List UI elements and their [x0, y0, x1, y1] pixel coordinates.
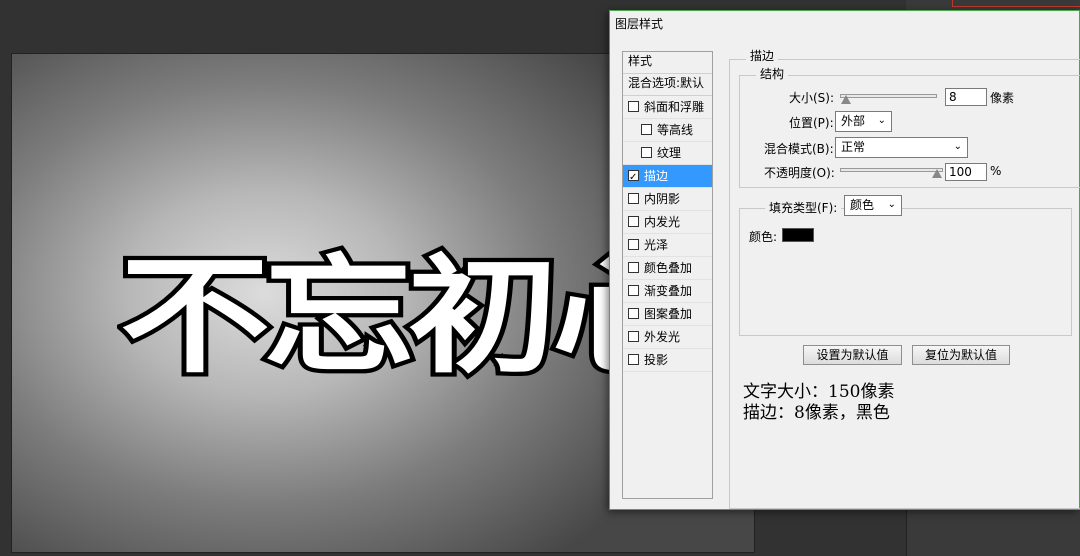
style-item[interactable]: 渐变叠加 [623, 280, 712, 303]
reset-default-button[interactable]: 复位为默认值 [912, 345, 1010, 365]
blend-mode-value: 正常 [841, 140, 866, 154]
checkbox[interactable] [641, 147, 652, 158]
opacity-input[interactable]: 100 [945, 163, 987, 181]
style-list-header[interactable]: 样式 [623, 52, 712, 74]
size-unit: 像素 [990, 91, 1015, 105]
size-label: 大小(S): [789, 91, 835, 105]
checkbox[interactable] [628, 239, 639, 250]
style-item[interactable]: 内阴影 [623, 188, 712, 211]
style-item-label: 斜面和浮雕 [644, 100, 705, 114]
color-label: 颜色: [749, 230, 778, 244]
checkbox[interactable] [628, 167, 639, 189]
style-item[interactable]: 斜面和浮雕 [623, 96, 712, 119]
right-panel-bottom [906, 510, 1080, 556]
position-label: 位置(P): [789, 116, 834, 130]
checkbox[interactable] [628, 193, 639, 204]
blend-mode-label: 混合模式(B): [764, 142, 834, 156]
structure-title: 结构 [756, 65, 789, 82]
style-item[interactable]: 投影 [623, 349, 712, 372]
stroke-color-swatch[interactable] [782, 228, 814, 242]
checkbox[interactable] [628, 354, 639, 365]
position-select[interactable]: 外部 ⌄ [835, 111, 892, 132]
chevron-down-icon: ⌄ [887, 199, 896, 210]
dialog-title: 图层样式 [615, 17, 664, 31]
blend-options-item[interactable]: 混合选项:默认 [623, 74, 712, 96]
style-item[interactable]: 颜色叠加 [623, 257, 712, 280]
annotation-line-1: 文字大小：150像素 [743, 382, 895, 402]
style-item-label: 内发光 [644, 215, 681, 229]
style-item-label: 纹理 [657, 146, 682, 160]
fill-type-label: 填充类型(F): [765, 199, 842, 216]
checkbox[interactable] [628, 285, 639, 296]
checkbox[interactable] [628, 262, 639, 273]
style-item-label: 外发光 [644, 330, 681, 344]
size-input[interactable]: 8 [945, 88, 987, 106]
style-item-label: 内阴影 [644, 192, 681, 206]
style-list: 样式 混合选项:默认 斜面和浮雕等高线纹理描边内阴影内发光光泽颜色叠加渐变叠加图… [622, 51, 713, 499]
chevron-down-icon: ⌄ [877, 115, 886, 126]
opacity-slider[interactable] [840, 168, 943, 172]
style-item-label: 渐变叠加 [644, 284, 693, 298]
layer-style-dialog: 图层样式 样式 混合选项:默认 斜面和浮雕等高线纹理描边内阴影内发光光泽颜色叠加… [609, 10, 1080, 510]
style-item[interactable]: 图案叠加 [623, 303, 712, 326]
size-slider[interactable] [840, 94, 937, 98]
checkbox[interactable] [641, 124, 652, 135]
style-item-label: 光泽 [644, 238, 669, 252]
opacity-slider-thumb[interactable] [932, 169, 942, 178]
blend-mode-select[interactable]: 正常 ⌄ [835, 137, 968, 158]
style-item[interactable]: 等高线 [623, 119, 712, 142]
style-item[interactable]: 光泽 [623, 234, 712, 257]
style-item-label: 描边 [644, 169, 669, 183]
fill-type-value: 颜色 [850, 198, 875, 212]
style-items: 斜面和浮雕等高线纹理描边内阴影内发光光泽颜色叠加渐变叠加图案叠加外发光投影 [623, 96, 712, 372]
size-slider-thumb[interactable] [841, 95, 851, 104]
opacity-label: 不透明度(O): [764, 166, 835, 180]
style-item[interactable]: 描边 [623, 165, 712, 189]
style-item-label: 颜色叠加 [644, 261, 693, 275]
checkbox[interactable] [628, 308, 639, 319]
style-item-label: 等高线 [657, 123, 694, 137]
chevron-down-icon: ⌄ [953, 141, 962, 152]
checkbox[interactable] [628, 331, 639, 342]
checkbox[interactable] [628, 216, 639, 227]
make-default-button[interactable]: 设置为默认值 [803, 345, 902, 365]
style-item[interactable]: 内发光 [623, 211, 712, 234]
fill-type-select[interactable]: 颜色 ⌄ [844, 195, 902, 216]
checkbox[interactable] [628, 101, 639, 112]
position-value: 外部 [841, 114, 866, 128]
style-item[interactable]: 纹理 [623, 142, 712, 165]
right-panel-highlight [952, 0, 1080, 7]
style-item-label: 投影 [644, 353, 669, 367]
annotation: 文字大小：150像素 描边：8像素，黑色 [743, 382, 894, 424]
style-item-label: 图案叠加 [644, 307, 693, 321]
stroke-title: 描边 [746, 47, 779, 64]
annotation-line-2: 描边：8像素，黑色 [743, 403, 890, 423]
opacity-unit: % [990, 164, 1002, 178]
style-item[interactable]: 外发光 [623, 326, 712, 349]
